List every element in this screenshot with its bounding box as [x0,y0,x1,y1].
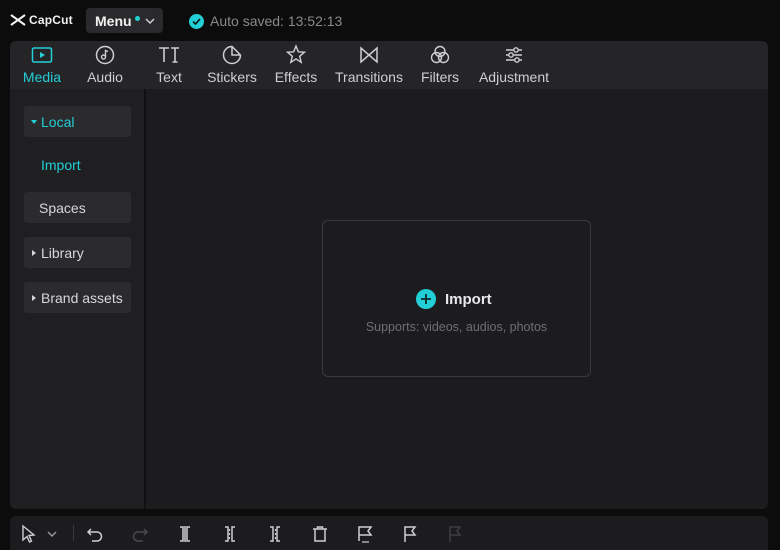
marker-disabled-icon [449,526,462,542]
menu-label: Menu [95,12,132,29]
delete-icon [313,526,327,542]
tab-filters[interactable]: Filters [420,41,460,89]
tab-audio[interactable]: Audio [84,41,126,89]
asset-toolbar: Media Audio Text Stickers Effects Transi… [10,41,768,89]
audio-icon [95,45,115,65]
marker-icon [404,526,417,542]
media-sidebar: Local Import Spaces Library Brand assets [10,89,146,509]
split-button[interactable] [175,524,195,544]
autosave-text: Auto saved: 13:52:13 [210,13,343,29]
filters-icon [430,45,450,64]
transitions-icon [360,46,378,64]
split-right-icon [270,526,280,542]
sidebar-item-spaces[interactable]: Spaces [24,192,131,223]
auto-reframe-button[interactable] [355,524,375,544]
caret-right-icon [32,294,36,301]
autosave-status: Auto saved: 13:52:13 [189,12,342,30]
tab-stickers[interactable]: Stickers [206,41,258,89]
select-cursor-icon [22,524,36,543]
split-icon [180,526,190,542]
menu-button[interactable]: Menu [86,8,163,33]
capcut-logo-icon [10,14,26,26]
check-circle-icon [189,13,204,29]
sidebar-item-brand-assets[interactable]: Brand assets [24,282,131,313]
undo-icon [86,528,103,542]
redo-icon [132,528,149,542]
marker-disabled-button[interactable] [445,524,465,544]
import-label: Import [445,290,492,308]
sidebar-item-local[interactable]: Local [24,106,131,137]
select-tool-dropdown[interactable] [45,524,59,544]
add-marker-button[interactable] [400,524,420,544]
redo-button[interactable] [130,524,150,544]
tab-media[interactable]: Media [21,41,63,89]
menu-notification-dot [134,16,140,21]
caret-down-icon [31,119,37,124]
sidebar-item-import[interactable]: Import [41,157,81,173]
effects-icon [285,44,307,64]
chevron-down-icon [47,531,57,537]
title-bar: CapCut Menu Auto saved: 13:52:13 [0,0,780,40]
delete-button[interactable] [310,524,330,544]
import-dropzone[interactable]: Import Supports: videos, audios, photos [322,220,591,377]
undo-button[interactable] [85,524,105,544]
auto-reframe-icon [358,526,373,543]
tab-text[interactable]: Text [152,41,186,89]
text-icon [159,47,179,63]
capcut-logo: CapCut [10,11,73,29]
media-panel: Media Audio Text Stickers Effects Transi… [10,41,768,509]
plus-circle-icon [416,289,436,309]
caret-right-icon [32,249,36,256]
import-button[interactable]: Import [416,289,492,309]
chevron-down-icon [145,17,155,24]
sidebar-item-library[interactable]: Library [24,237,131,268]
stickers-icon [222,45,242,65]
split-right-button[interactable] [265,524,285,544]
toolbar-divider [73,525,74,541]
adjustment-icon [506,47,522,63]
timeline-toolbar [10,516,768,550]
split-left-icon [225,526,235,542]
tab-transitions[interactable]: Transitions [334,41,404,89]
tab-effects[interactable]: Effects [274,41,318,89]
app-name: CapCut [29,13,73,27]
media-icon [31,47,53,63]
supported-formats-text: Supports: videos, audios, photos [365,320,548,334]
select-tool-button[interactable] [19,524,39,544]
tab-adjustment[interactable]: Adjustment [476,41,552,89]
split-left-button[interactable] [220,524,240,544]
